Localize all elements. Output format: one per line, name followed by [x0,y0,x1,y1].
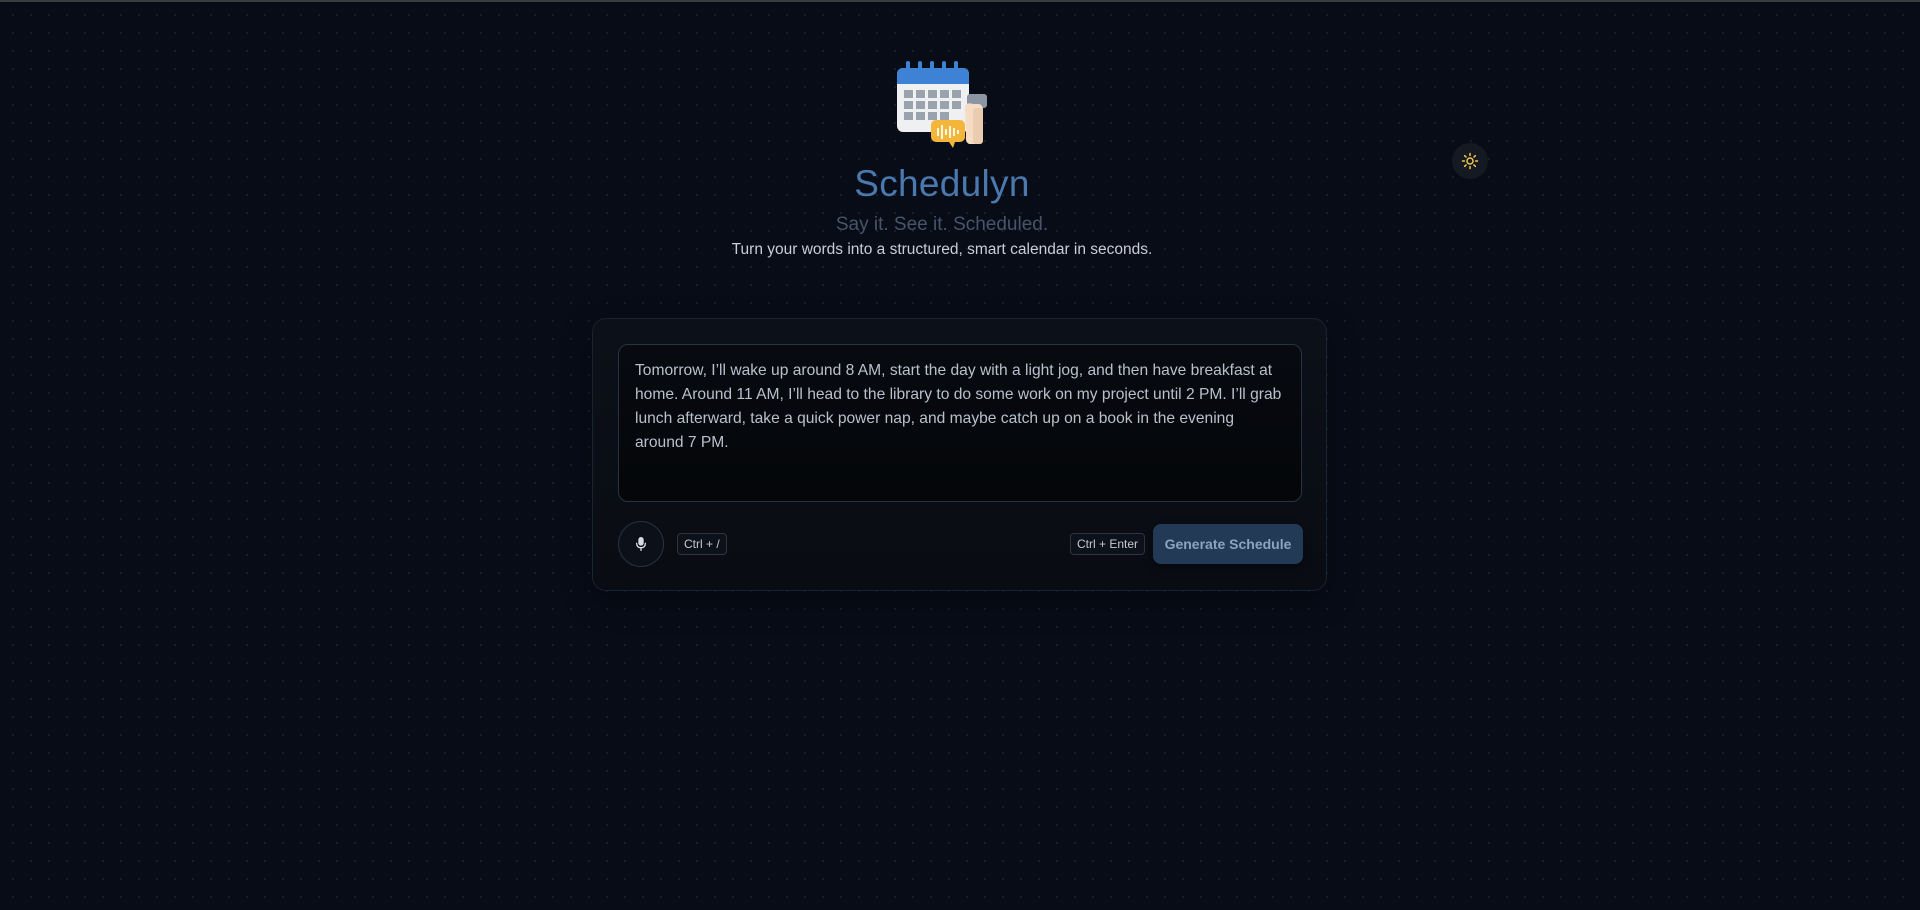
schedule-prompt-input[interactable]: Tomorrow, I’ll wake up around 8 AM, star… [618,344,1302,502]
schedule-composer-card: Tomorrow, I’ll wake up around 8 AM, star… [592,318,1327,591]
theme-toggle-button[interactable] [1452,143,1488,179]
app-title: Schedulyn [854,163,1030,204]
generate-shortcut-hint: Ctrl + Enter [1070,533,1146,555]
calendar-with-voice-bubble-icon [897,61,987,148]
app-description: Turn your words into a structured, smart… [731,241,1153,258]
microphone-button[interactable] [618,521,664,567]
generate-schedule-button[interactable]: Generate Schedule [1153,524,1303,564]
sun-icon [1461,152,1479,170]
microphone-icon [636,537,646,551]
top-border [0,0,1920,2]
tagline: Say it. See it. Scheduled. [835,214,1049,235]
mic-shortcut-hint: Ctrl + / [677,533,727,555]
